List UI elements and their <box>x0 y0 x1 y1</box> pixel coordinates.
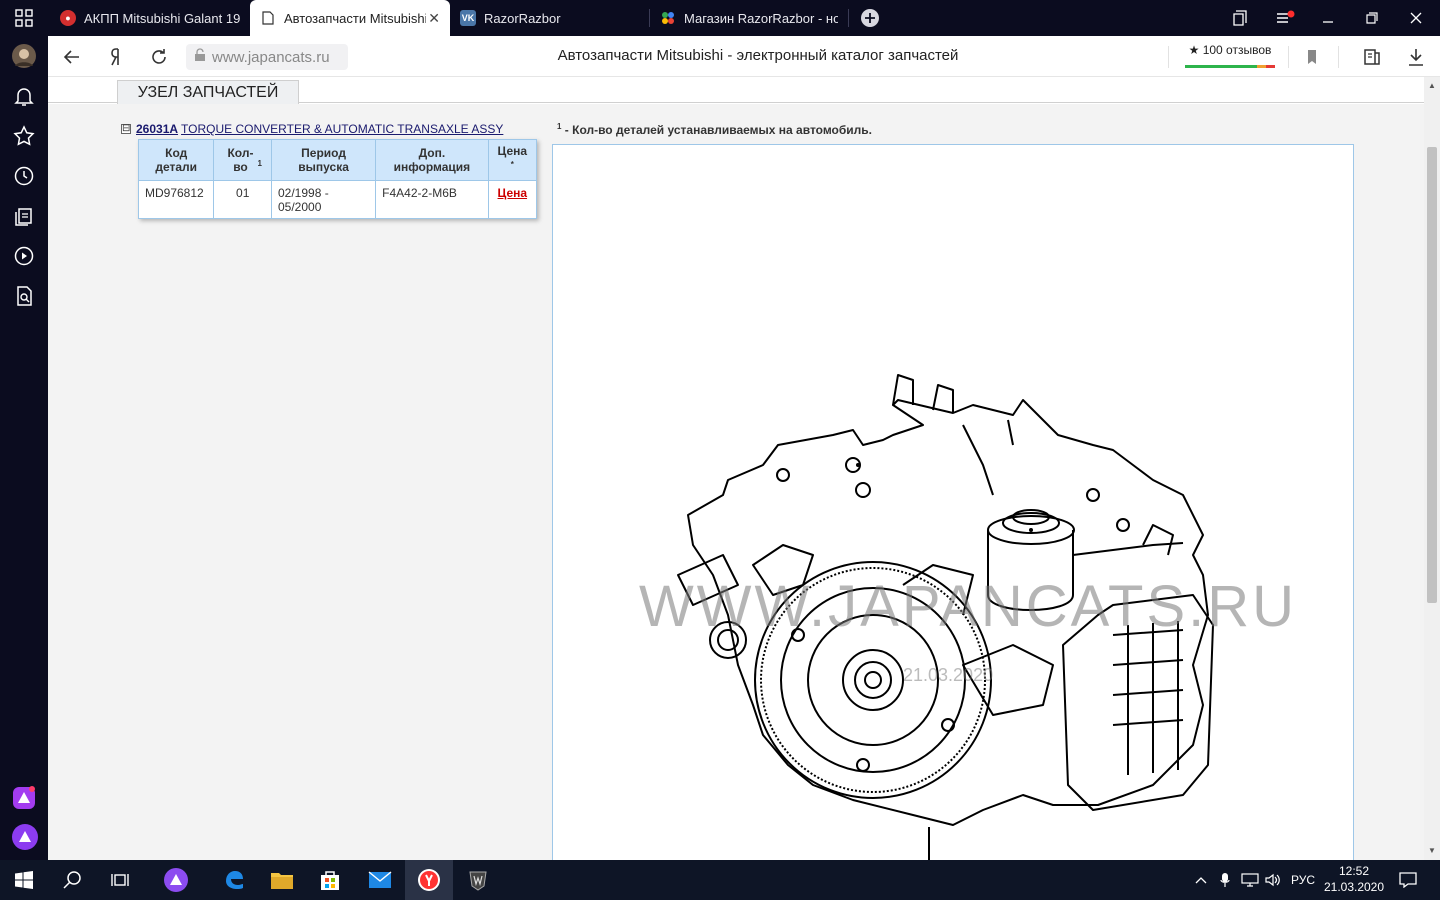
tab-shop-razorrazbor[interactable]: Магазин RazorRazbor - но <box>650 0 846 36</box>
part-period: 02/1998 - 05/2000 <box>271 180 377 219</box>
section-header: УЗЕЛ ЗАПЧАСТЕЙ <box>48 77 1424 104</box>
tab-akpp[interactable]: ● АКПП Mitsubishi Galant 19 <box>50 0 248 36</box>
mail-icon[interactable] <box>356 860 404 900</box>
col-qty-header: Кол-во 1 <box>213 140 272 181</box>
back-arrow-icon[interactable] <box>60 45 84 69</box>
edge-icon[interactable] <box>210 860 258 900</box>
browser-sidebar <box>0 36 48 860</box>
reload-icon[interactable] <box>147 45 171 69</box>
volume-icon[interactable] <box>1262 860 1284 900</box>
assembly-code-link[interactable]: 26031A <box>136 122 178 136</box>
part-code: MD976812 <box>139 180 215 219</box>
page-icon <box>260 10 276 26</box>
store-icon[interactable] <box>306 860 354 900</box>
clock-time: 12:52 <box>1338 864 1370 878</box>
col-info-header: Доп. информация <box>375 140 489 181</box>
clock-date: 21.03.2020 <box>1323 880 1385 894</box>
tab-autoparts-mitsubishi[interactable]: Автозапчасти Mitsubishi ✕ <box>250 0 450 36</box>
shop-icon <box>660 10 676 26</box>
language-indicator[interactable]: РУС <box>1286 860 1320 900</box>
col-period-header: Период выпуска <box>271 140 377 181</box>
tab-title: RazorRazbor <box>484 10 561 26</box>
divider <box>1168 46 1169 68</box>
search-icon[interactable] <box>48 860 96 900</box>
chevron-up-icon[interactable] <box>1190 860 1212 900</box>
table-row: MD976812 01 02/1998 - 05/2000 F4A42-2-M6… <box>139 180 536 219</box>
page-title: Автозапчасти Mitsubishi - электронный ка… <box>557 47 959 64</box>
tab-title: Автозапчасти Mitsubishi <box>284 10 426 26</box>
tab-separator <box>848 9 849 27</box>
network-icon[interactable] <box>1238 860 1262 900</box>
table-header-row: Код детали Кол-во 1 Период выпуска Доп. и… <box>139 140 536 181</box>
page-content: УЗЕЛ ЗАПЧАСТЕЙ ⊟ 26031A TORQUE CONVERTER… <box>48 77 1440 860</box>
alice-taskbar-icon[interactable] <box>152 860 200 900</box>
section-tab: УЗЕЛ ЗАПЧАСТЕЙ <box>117 80 299 104</box>
url-field[interactable]: www.japancats.ru <box>186 44 348 70</box>
col-code-header: Код детали <box>139 140 215 181</box>
part-qty: 01 <box>213 180 272 219</box>
collections-icon[interactable] <box>12 204 36 228</box>
col-price-header: Цена * <box>488 140 536 181</box>
divider <box>1338 46 1339 68</box>
bookmark-icon[interactable] <box>1300 45 1324 69</box>
scroll-thumb[interactable] <box>1427 147 1437 603</box>
assembly-heading: ⊟ 26031A TORQUE CONVERTER & AUTOMATIC TR… <box>121 122 503 136</box>
tab-title: АКПП Mitsubishi Galant 19 <box>84 10 241 26</box>
restore-icon[interactable] <box>1358 0 1386 36</box>
yandex-browser-icon[interactable] <box>405 860 453 900</box>
profile-avatar[interactable] <box>12 44 36 68</box>
part-diagram-frame: WWW.JAPANCATS.RU 21.03.2020 <box>552 144 1354 860</box>
notifications-bell-icon[interactable] <box>12 84 36 108</box>
reviews-rating-bar <box>1185 65 1275 68</box>
download-icon[interactable] <box>1404 45 1428 69</box>
price-link[interactable]: Цена <box>488 180 536 219</box>
file-explorer-icon[interactable] <box>258 860 306 900</box>
bookmarks-star-icon[interactable] <box>12 124 36 148</box>
tab-manager-icon[interactable] <box>1226 0 1254 36</box>
minimize-icon[interactable] <box>1314 0 1342 36</box>
lock-icon[interactable] <box>194 48 206 66</box>
address-bar: www.japancats.ru Автозапчасти Mitsubishi… <box>48 36 1440 77</box>
video-play-icon[interactable] <box>12 244 36 268</box>
start-windows-icon[interactable] <box>0 860 48 900</box>
watermark: WWW.JAPANCATS.RU <box>639 574 1298 639</box>
alice-assistant-icon[interactable] <box>12 786 36 810</box>
divider <box>1288 46 1289 68</box>
parts-table: Код детали Кол-во 1 Период выпуска Доп. и… <box>138 139 537 219</box>
page-scrollbar[interactable]: ▲ ▼ <box>1424 77 1440 860</box>
alice-voice-icon[interactable] <box>12 824 38 850</box>
apps-grid-icon[interactable] <box>0 0 48 36</box>
microphone-icon[interactable] <box>1214 860 1236 900</box>
windows-taskbar: РУС 12:52 21.03.2020 <box>0 860 1440 900</box>
scroll-up-icon[interactable]: ▲ <box>1424 79 1440 93</box>
world-of-tanks-icon[interactable] <box>454 860 502 900</box>
url-text: www.japancats.ru <box>212 48 330 66</box>
history-clock-icon[interactable] <box>12 164 36 188</box>
close-window-icon[interactable] <box>1402 0 1430 36</box>
reviews-label: ★ 100 отзывов <box>1188 43 1272 57</box>
close-tab-icon[interactable]: ✕ <box>428 10 440 27</box>
transmission-diagram <box>677 374 1214 860</box>
assembly-name-link[interactable]: TORQUE CONVERTER & AUTOMATIC TRANSAXLE A… <box>181 122 503 136</box>
watermark-date: 21.03.2020 <box>903 665 994 685</box>
tab-title: Магазин RazorRazbor - но <box>684 10 838 26</box>
new-tab-icon[interactable] <box>856 0 884 36</box>
notifications-icon[interactable] <box>1394 860 1422 900</box>
vk-icon: VK <box>460 10 476 26</box>
task-view-icon[interactable] <box>96 860 144 900</box>
scroll-down-icon[interactable]: ▼ <box>1424 844 1440 858</box>
browser-tab-bar: ● АКПП Mitsubishi Galant 19 Автозапчасти… <box>0 0 1440 36</box>
collapse-toggle-icon[interactable]: ⊟ <box>121 124 131 134</box>
tab-razorrazbor[interactable]: VK RazorRazbor <box>450 0 648 36</box>
page-search-icon[interactable] <box>12 284 36 308</box>
reviews-badge[interactable]: ★ 100 отзывов <box>1183 43 1277 68</box>
menu-icon[interactable] <box>1270 0 1300 36</box>
part-info: F4A42-2-M6B <box>375 180 489 219</box>
yandex-logo-icon[interactable] <box>104 45 128 69</box>
clock[interactable]: 12:52 21.03.2020 <box>1318 863 1390 895</box>
footnote: 1 - Кол-во деталей устанавливаемых на ав… <box>557 122 872 137</box>
reader-mode-icon[interactable] <box>1360 45 1384 69</box>
autoparts-favicon-icon: ● <box>60 10 76 26</box>
